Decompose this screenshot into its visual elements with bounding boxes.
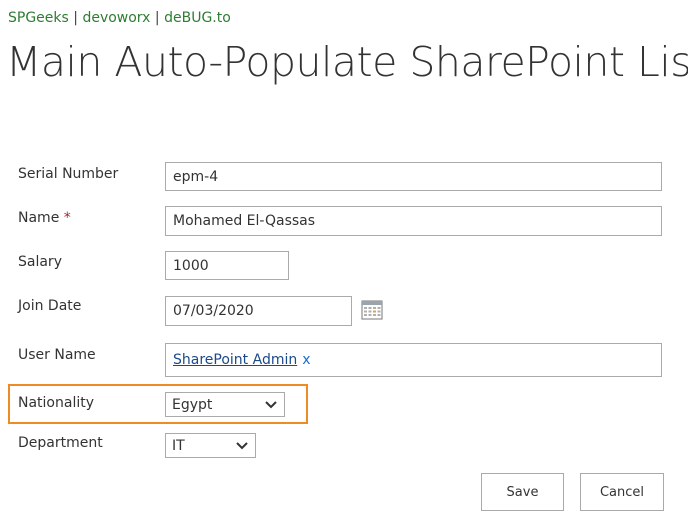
chevron-down-icon <box>265 400 277 408</box>
nationality-value: Egypt <box>172 396 213 413</box>
breadcrumb-separator: | <box>73 10 78 26</box>
breadcrumb-link-debug[interactable]: deBUG.to <box>164 10 231 26</box>
user-name-resolved-user[interactable]: SharePoint Admin <box>173 352 297 368</box>
nationality-select[interactable]: Egypt <box>165 392 285 417</box>
save-button[interactable]: Save <box>481 473 564 511</box>
breadcrumb: SPGeeks | devoworx | deBUG.to <box>8 10 231 26</box>
breadcrumb-link-spgeeks[interactable]: SPGeeks <box>8 10 69 26</box>
department-label: Department <box>18 435 103 451</box>
calendar-icon[interactable] <box>361 299 383 321</box>
salary-value: 1000 <box>173 257 209 274</box>
department-select[interactable]: IT <box>165 433 256 458</box>
department-value: IT <box>172 437 185 454</box>
chevron-down-icon <box>236 441 248 449</box>
breadcrumb-separator: | <box>154 10 160 26</box>
required-mark: * <box>63 210 71 226</box>
salary-input[interactable]: 1000 <box>165 251 289 280</box>
serial-number-label: Serial Number <box>18 166 119 182</box>
join-date-input[interactable]: 07/03/2020 <box>165 296 352 326</box>
join-date-value: 07/03/2020 <box>173 303 254 319</box>
salary-label: Salary <box>18 254 62 270</box>
page-title: Main Auto-Populate SharePoint List <box>6 38 688 86</box>
name-label: Name * <box>18 210 71 226</box>
cancel-button[interactable]: Cancel <box>580 473 664 511</box>
name-input[interactable]: Mohamed El-Qassas <box>165 206 662 236</box>
serial-number-value: epm-4 <box>173 168 219 185</box>
user-name-label: User Name <box>18 347 96 363</box>
name-value: Mohamed El-Qassas <box>173 213 316 229</box>
user-name-people-picker[interactable]: SharePoint Admin x <box>165 343 662 377</box>
nationality-label: Nationality <box>18 395 95 411</box>
remove-user-button[interactable]: x <box>302 352 310 368</box>
serial-number-input[interactable]: epm-4 <box>165 162 662 191</box>
name-label-text: Name <box>18 210 60 226</box>
join-date-label: Join Date <box>18 298 82 314</box>
breadcrumb-link-devoworx[interactable]: devoworx <box>82 10 150 26</box>
